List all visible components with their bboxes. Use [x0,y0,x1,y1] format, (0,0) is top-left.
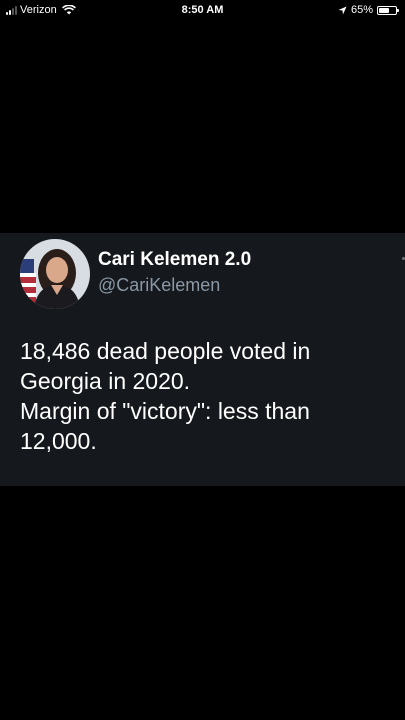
avatar[interactable] [20,239,90,309]
battery-icon [377,5,399,15]
tweet-text-line: Georgia in 2020. [20,368,191,394]
battery-percent: 65% [350,4,373,16]
location-arrow-icon [338,5,347,15]
tweet-card[interactable]: Cari Kelemen 2.0 @CariKelemen 18,486 dea… [0,233,405,486]
user-handle[interactable]: @CariKelemen [98,275,220,296]
status-right: 65% [338,4,399,16]
tweet-text: 18,486 dead people voted in Georgia in 2… [20,336,390,456]
avatar-image [20,239,90,309]
tweet-text-line: Margin of "victory": less than [20,398,310,424]
tweet-text-line: 12,000. [20,428,97,454]
display-name[interactable]: Cari Kelemen 2.0 [98,249,251,271]
status-bar: Verizon 8:50 AM 65% [0,0,405,22]
tweet-text-line: 18,486 dead people voted in [20,338,311,364]
battery-level [379,7,390,13]
